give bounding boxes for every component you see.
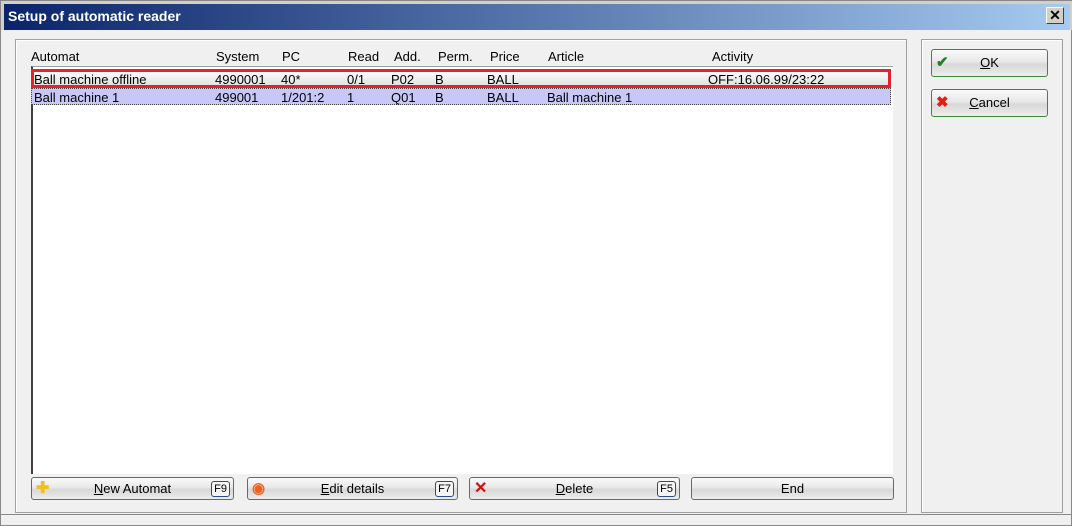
cell-price: BALL <box>487 90 519 105</box>
delete-button[interactable]: ✕ Delete F5 <box>469 477 680 500</box>
cell-pc: 1/201:2 <box>281 90 325 105</box>
ring-icon: ◉ <box>252 480 266 497</box>
col-activity[interactable]: Activity <box>712 49 753 64</box>
window-title: Setup of automatic reader <box>8 8 181 24</box>
col-system[interactable]: System <box>216 49 259 64</box>
label-mnemonic: D <box>555 481 566 496</box>
col-read[interactable]: Read <box>348 49 379 64</box>
cell-pc: 40* <box>281 72 301 87</box>
cell-price: BALL <box>487 72 519 87</box>
cell-automat: Ball machine offline <box>34 72 147 87</box>
cell-read: 1 <box>347 90 355 105</box>
label: elete <box>565 481 594 496</box>
col-article[interactable]: Article <box>548 49 584 64</box>
close-button[interactable]: ✕ <box>1046 7 1064 24</box>
checkmark-icon: ✔ <box>936 54 949 71</box>
cancel-button[interactable]: ✖ Cancel <box>931 89 1048 117</box>
cell-add: Q01 <box>391 90 416 105</box>
label: dit details <box>329 481 385 496</box>
cell-perm: B <box>435 90 444 105</box>
shortcut-badge: F9 <box>211 481 230 497</box>
cell-activity: OFF:16.06.99/23:22 <box>708 72 825 87</box>
label: ew Automat <box>103 481 172 496</box>
col-automat[interactable]: Automat <box>31 49 79 64</box>
col-perm[interactable]: Perm. <box>438 49 473 64</box>
ok-button[interactable]: ✔ OK <box>931 49 1048 77</box>
edit-details-button[interactable]: ◉ Edit details F7 <box>247 477 458 500</box>
cell-article: Ball machine 1 <box>547 90 633 105</box>
col-price[interactable]: Price <box>490 49 520 64</box>
label-mnemonic: O <box>980 55 991 70</box>
cell-system: 4990001 <box>215 72 266 87</box>
cell-perm: B <box>435 72 444 87</box>
label-mnemonic: N <box>93 481 104 496</box>
title-bar: Setup of automatic reader ✕ <box>1 1 1072 30</box>
shortcut-badge: F5 <box>657 481 676 497</box>
table-row[interactable]: Ball machine offline 4990001 40* 0/1 P02… <box>31 69 891 88</box>
cell-system: 499001 <box>215 90 259 105</box>
table-row[interactable]: Ball machine 1 499001 1/201:2 1 Q01 B BA… <box>31 88 891 105</box>
col-pc[interactable]: PC <box>282 49 300 64</box>
automat-list[interactable] <box>31 66 893 474</box>
divider <box>1 514 1072 515</box>
end-button[interactable]: End <box>691 477 894 500</box>
x-icon: ✖ <box>936 94 949 111</box>
plus-icon: ✚ <box>36 480 50 497</box>
cell-automat: Ball machine 1 <box>34 90 120 105</box>
label: ancel <box>978 95 1010 110</box>
shortcut-badge: F7 <box>435 481 454 497</box>
label: K <box>990 55 999 70</box>
label-mnemonic: C <box>969 95 979 110</box>
new-automat-button[interactable]: ✚ New Automat F9 <box>31 477 234 500</box>
cell-read: 0/1 <box>347 72 366 87</box>
col-add[interactable]: Add. <box>394 49 421 64</box>
x-icon: ✕ <box>474 480 488 497</box>
cell-add: P02 <box>391 72 415 87</box>
